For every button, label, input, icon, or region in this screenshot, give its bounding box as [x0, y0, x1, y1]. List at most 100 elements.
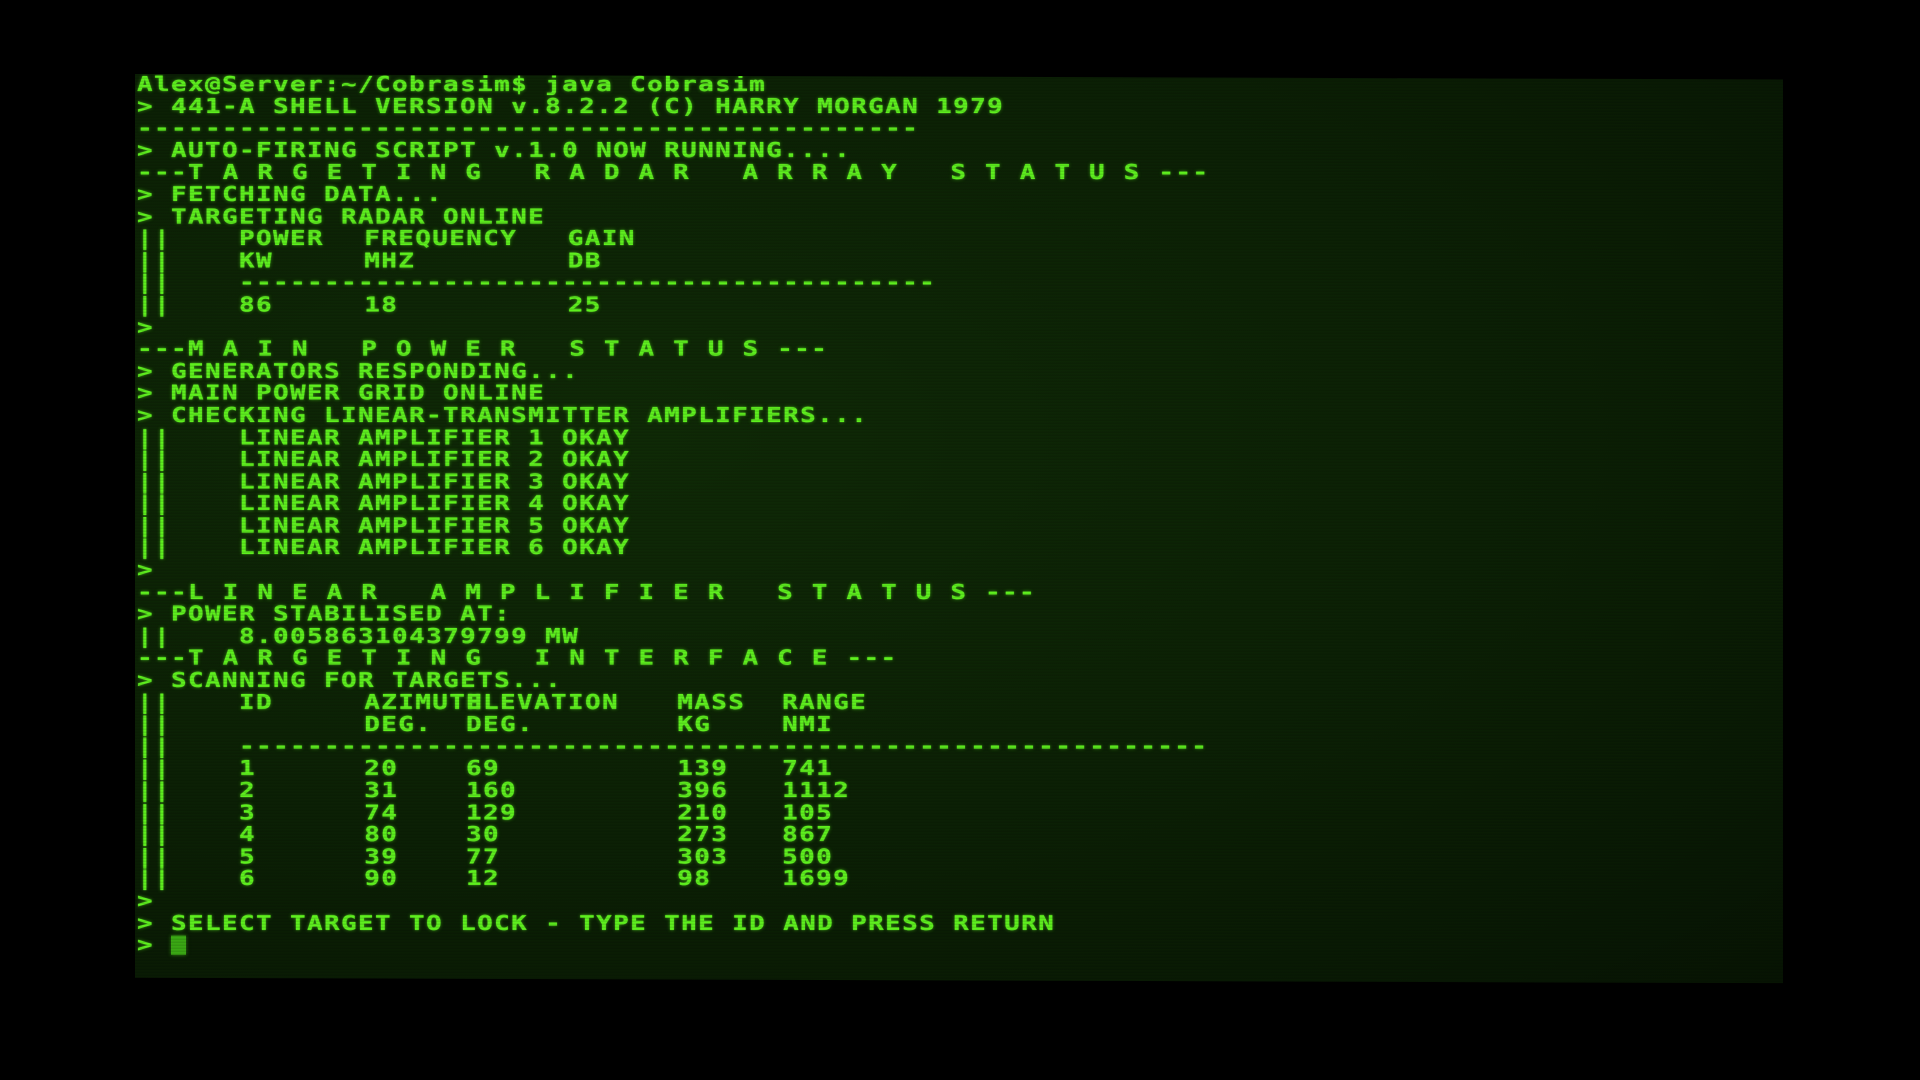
row-prefix: || [137, 712, 240, 737]
row-prefix: || [137, 469, 240, 494]
targets-unit-range: NMI [782, 712, 834, 737]
radar-value-frequency: 18 [364, 293, 399, 318]
target-id: 2 [239, 778, 257, 803]
main-power-text: > MAIN POWER GRID ONLINE [137, 381, 546, 406]
amplifier-status-row: || LINEAR AMPLIFIER 4 OKAY [137, 493, 1209, 515]
target-elevation: 160 [465, 778, 517, 803]
radar-online-line: > TARGETING RADAR ONLINE [137, 206, 1209, 228]
stabilised-value: 8.005863104379799 MW [239, 624, 580, 649]
row-prefix: || [137, 447, 240, 472]
amplifier-status-text: LINEAR AMPLIFIER 4 OKAY [239, 491, 631, 516]
input-line: > [137, 933, 1209, 957]
section-dashes: --- [846, 646, 898, 671]
row-prefix: || [137, 293, 240, 318]
row-prefix: || [137, 624, 240, 649]
separator: ----------------------------------------… [137, 116, 920, 141]
radar-header-frequency: FREQUENCY [364, 226, 518, 251]
target-elevation: 30 [465, 822, 500, 847]
amplifier-status-text: LINEAR AMPLIFIER 1 OKAY [239, 425, 631, 450]
section-dashes: --- [137, 646, 189, 671]
script-running: > AUTO-FIRING SCRIPT v.1.0 NOW RUNNING..… [137, 138, 852, 163]
row-prefix: || [137, 271, 240, 296]
row-prefix: || [137, 690, 240, 715]
target-id: 6 [239, 867, 257, 892]
target-range: 741 [782, 756, 834, 781]
target-range: 1699 [782, 867, 851, 892]
radar-divider-row: || -------------------------------------… [137, 271, 1209, 296]
text-cursor[interactable] [171, 935, 187, 955]
radar-header-gain: GAIN [567, 226, 636, 251]
main-power-text: > GENERATORS RESPONDING... [137, 359, 580, 384]
target-mass: 210 [677, 800, 729, 825]
section-dashes: --- [137, 580, 189, 605]
targets-divider-row: || -------------------------------------… [137, 736, 1209, 758]
row-prefix: || [137, 425, 240, 450]
main-power-line: > CHECKING LINEAR-TRANSMITTER AMPLIFIERS… [137, 403, 1209, 428]
target-mass: 98 [677, 867, 712, 892]
target-range: 867 [782, 822, 834, 847]
radar-value-gain: 25 [567, 293, 602, 318]
fetching-text: > FETCHING DATA... [137, 182, 444, 207]
amplifier-status-row: || LINEAR AMPLIFIER 2 OKAY [137, 449, 1209, 471]
amplifier-status-row: || LINEAR AMPLIFIER 3 OKAY [137, 471, 1209, 493]
target-row: || 6 90 12 98 1699 [137, 867, 1209, 892]
target-range: 500 [782, 845, 834, 870]
target-id: 3 [239, 800, 257, 825]
target-mass: 396 [677, 778, 729, 803]
radar-values-row: || 86 18 25 [137, 293, 1209, 318]
row-prefix: || [137, 845, 240, 870]
radar-divider: ----------------------------------------… [239, 271, 937, 296]
row-prefix: || [137, 249, 240, 273]
main-power-text: > CHECKING LINEAR-TRANSMITTER AMPLIFIERS… [137, 403, 869, 428]
targets-header-azimuth: AZIMUTH [364, 690, 484, 715]
target-elevation: 77 [465, 845, 500, 870]
amplifier-status-text: LINEAR AMPLIFIER 5 OKAY [239, 513, 631, 538]
target-row: || 4 80 30 273 867 [137, 822, 1209, 847]
targets-header-row: || ID AZIMUTHELEVATION MASS RANGE [137, 690, 1209, 715]
radar-unit-gain: DB [567, 249, 602, 273]
script-running-line: > AUTO-FIRING SCRIPT v.1.0 NOW RUNNING..… [137, 140, 1209, 162]
separator-line: ----------------------------------------… [137, 118, 1209, 140]
targets-unit-mass: KG [677, 712, 712, 737]
targets-header-range: RANGE [782, 690, 868, 715]
row-prefix: || [137, 513, 240, 538]
main-power-line: > GENERATORS RESPONDING... [137, 359, 1209, 384]
target-elevation: 129 [465, 800, 517, 825]
radar-section-header: ---TARGETING RADAR ARRAY STATUS--- [137, 162, 1209, 184]
row-prefix: || [137, 756, 240, 781]
row-prefix: || [137, 778, 240, 803]
fetching-line: > FETCHING DATA... [137, 184, 1209, 206]
target-range: 105 [782, 800, 834, 825]
target-azimuth: 80 [364, 822, 399, 847]
amplifier-status-text: LINEAR AMPLIFIER 6 OKAY [239, 535, 631, 560]
targets-divider: ----------------------------------------… [239, 734, 1209, 759]
targets-header-id: ID [239, 690, 274, 715]
amplifier-status-row: || LINEAR AMPLIFIER 1 OKAY [137, 427, 1209, 449]
target-id: 5 [239, 845, 257, 870]
linear-amplifier-section-header: ---LINEAR AMPLIFIER STATUS--- [137, 580, 1209, 605]
stabilised-value-line: || 8.005863104379799 MW [137, 624, 1209, 649]
row-prefix: || [137, 867, 240, 892]
section-title: TARGETING INTERFACE [188, 646, 847, 671]
amplifier-status-text: LINEAR AMPLIFIER 3 OKAY [239, 469, 631, 494]
terminal-output: Alex@Server:~/Cobrasim$ java Cobrasim > 4… [137, 74, 1209, 957]
empty-prompt-line: > [137, 558, 1209, 583]
target-id: 4 [239, 822, 257, 847]
amplifier-status-row: || LINEAR AMPLIFIER 6 OKAY [137, 535, 1209, 560]
prompt-char: > [137, 558, 155, 583]
crt-screen: Alex@Server:~/Cobrasim$ java Cobrasim > 4… [135, 74, 1783, 984]
radar-header-row: || POWER FREQUENCY GAIN [137, 226, 1209, 251]
section-title: MAIN POWER STATUS [188, 337, 778, 362]
target-row: || 3 74 129 210 105 [137, 802, 1209, 824]
row-prefix: || [137, 491, 240, 516]
select-target-line: > SELECT TARGET TO LOCK - TYPE THE ID AN… [137, 912, 1209, 935]
command-line: Alex@Server:~/Cobrasim$ java Cobrasim [137, 74, 1209, 96]
target-id: 1 [239, 756, 257, 781]
row-prefix: || [137, 734, 240, 759]
radar-value-power: 86 [239, 293, 274, 318]
target-azimuth: 20 [364, 756, 399, 781]
row-prefix: || [137, 535, 240, 560]
targets-unit-azimuth: DEG. [364, 712, 433, 737]
target-elevation: 12 [465, 867, 500, 892]
